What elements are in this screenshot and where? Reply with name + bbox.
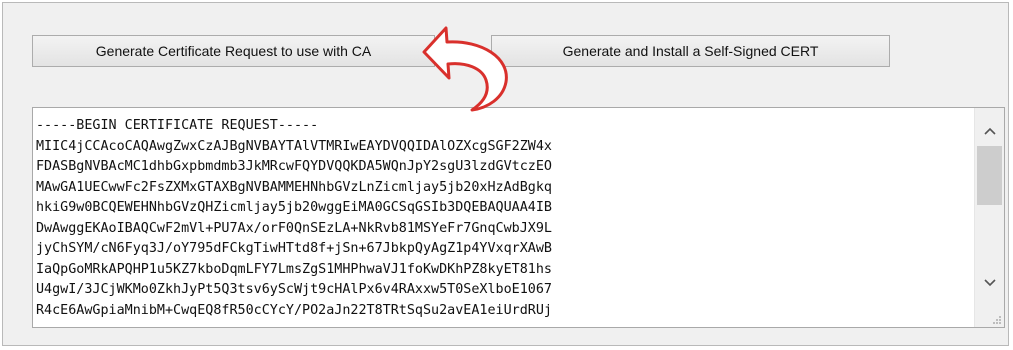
generate-csr-button[interactable]: Generate Certificate Request to use with…: [32, 35, 435, 67]
generate-self-signed-button-label: Generate and Install a Self-Signed CERT: [562, 43, 819, 59]
vertical-scrollbar[interactable]: [974, 108, 1004, 327]
csr-line: R4cE6AwGpiaMnibM+CwqEQ8fR50cCYcY/PO2aJn2…: [36, 302, 552, 318]
chevron-up-icon[interactable]: [975, 116, 1004, 146]
csr-line: U4gwI/3JCjWKMo0ZkhJyPt5Q3tsv6yScWjt9cHAl…: [36, 282, 552, 297]
scrollbar-thumb[interactable]: [977, 146, 1002, 205]
csr-line: -----BEGIN CERTIFICATE REQUEST-----: [36, 118, 319, 133]
csr-line: jyChSYM/cN6Fyq3J/oY795dFCkgTiwHTtd8f+jSn…: [36, 241, 552, 256]
curved-arrow-icon: [422, 26, 508, 112]
resize-grip-icon[interactable]: [992, 315, 1002, 325]
chevron-down-icon[interactable]: [975, 268, 1004, 298]
csr-line: MIIC4jCCAcoCAQAwgZwxCzAJBgNVBAYTAlVTMRIw…: [36, 138, 552, 154]
generate-self-signed-button[interactable]: Generate and Install a Self-Signed CERT: [491, 35, 890, 67]
csr-text: -----BEGIN CERTIFICATE REQUEST----- MIIC…: [36, 116, 976, 321]
csr-line: DwAwggEKAoIBAQCwF2mVl+PU7Ax/orF0QnSEzLA+…: [36, 220, 552, 236]
csr-line: MAwGA1UECwwFc2FsZXMxGTAXBgNVBAMMEHNhbGVz…: [36, 179, 552, 195]
csr-line: hkiG9w0BCQEWEHNhbGVzQHZicmljay5jb20wggEi…: [36, 200, 552, 215]
generate-csr-button-label: Generate Certificate Request to use with…: [95, 43, 372, 59]
csr-line: FDASBgNVBAcMC1dhbGxpbmdmb3JkMRcwFQYDVQQK…: [36, 159, 552, 174]
csr-textarea[interactable]: -----BEGIN CERTIFICATE REQUEST----- MIIC…: [32, 107, 1005, 328]
csr-line: IaQpGoMRkAPQHP1u5KZ7kboDqmLFY7LmsZgS1MHP…: [36, 261, 552, 277]
